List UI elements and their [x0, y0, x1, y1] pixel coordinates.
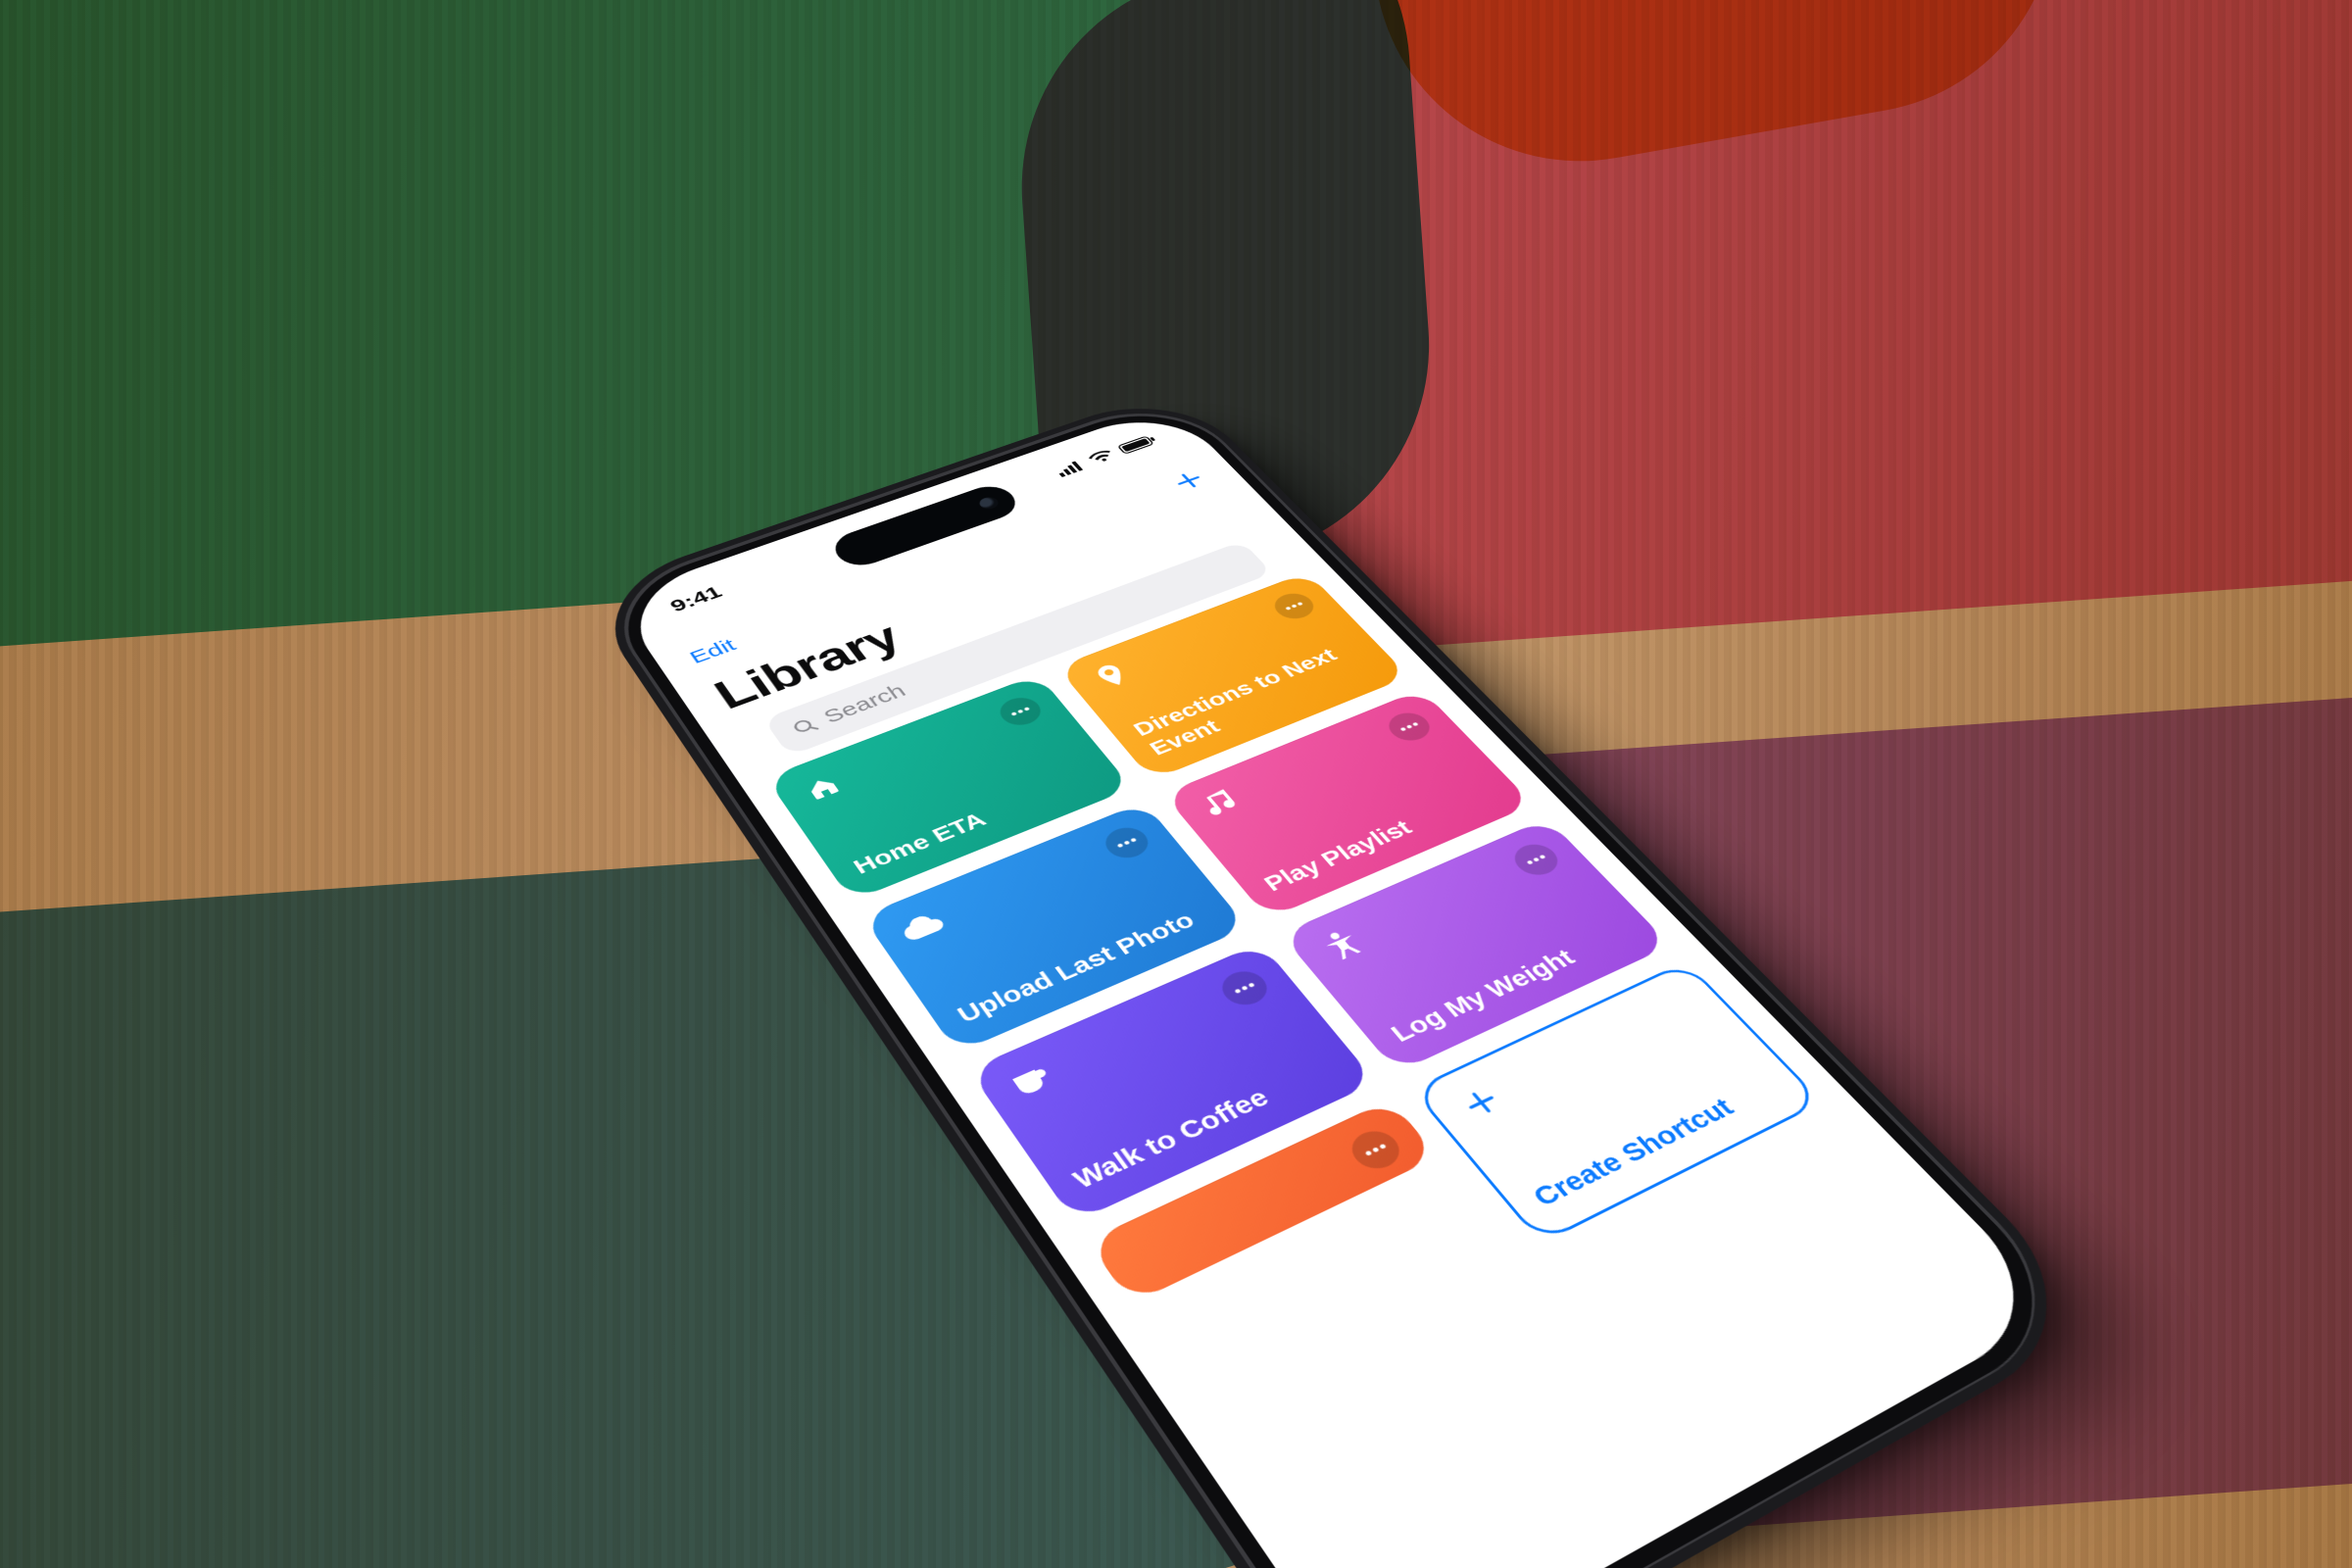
more-button[interactable] — [1267, 589, 1320, 623]
more-icon — [1399, 721, 1419, 731]
cloud-icon — [893, 906, 952, 949]
more-button[interactable] — [1099, 822, 1156, 863]
more-button[interactable] — [1381, 708, 1437, 745]
edit-button[interactable]: Edit — [686, 635, 741, 667]
home-icon — [795, 768, 850, 808]
more-icon — [1010, 707, 1031, 716]
tile-label: Upload Last Photo — [953, 901, 1217, 1028]
tile-create-shortcut[interactable]: Create Shortcut — [1411, 960, 1824, 1244]
cup-icon — [1002, 1057, 1063, 1105]
more-icon — [1285, 602, 1303, 611]
search-icon — [790, 715, 821, 738]
cellular-icon — [1054, 459, 1087, 477]
more-icon — [1526, 854, 1546, 864]
more-icon — [1116, 837, 1138, 848]
more-button[interactable] — [1214, 965, 1275, 1010]
accessibility-icon — [1312, 923, 1373, 967]
pin-icon — [1085, 659, 1139, 695]
phone-screen: 9:41 — [612, 404, 2063, 1568]
more-button[interactable] — [1506, 839, 1566, 880]
plus-icon — [1169, 468, 1207, 492]
search-placeholder: Search — [819, 681, 910, 728]
unknown-icon — [1122, 1228, 1189, 1282]
phone-body: 9:41 — [592, 392, 2092, 1568]
plus-icon — [1449, 1078, 1514, 1127]
tile-label: Log My Weight — [1385, 918, 1639, 1048]
add-shortcut-button[interactable] — [1162, 465, 1214, 497]
music-icon — [1193, 784, 1250, 824]
more-button[interactable] — [1344, 1125, 1408, 1176]
tile-label: Walk to Coffee — [1067, 1053, 1343, 1195]
status-time: 9:41 — [666, 583, 726, 616]
battery-icon — [1116, 433, 1159, 455]
more-button[interactable] — [994, 693, 1048, 730]
more-icon — [1364, 1143, 1388, 1156]
tile-partial-orange[interactable] — [1088, 1100, 1439, 1304]
tile-label: Create Shortcut — [1527, 1071, 1785, 1212]
wifi-icon — [1087, 449, 1117, 466]
tile-walk-to-coffee[interactable]: Walk to Coffee — [968, 943, 1376, 1222]
more-icon — [1234, 982, 1255, 994]
